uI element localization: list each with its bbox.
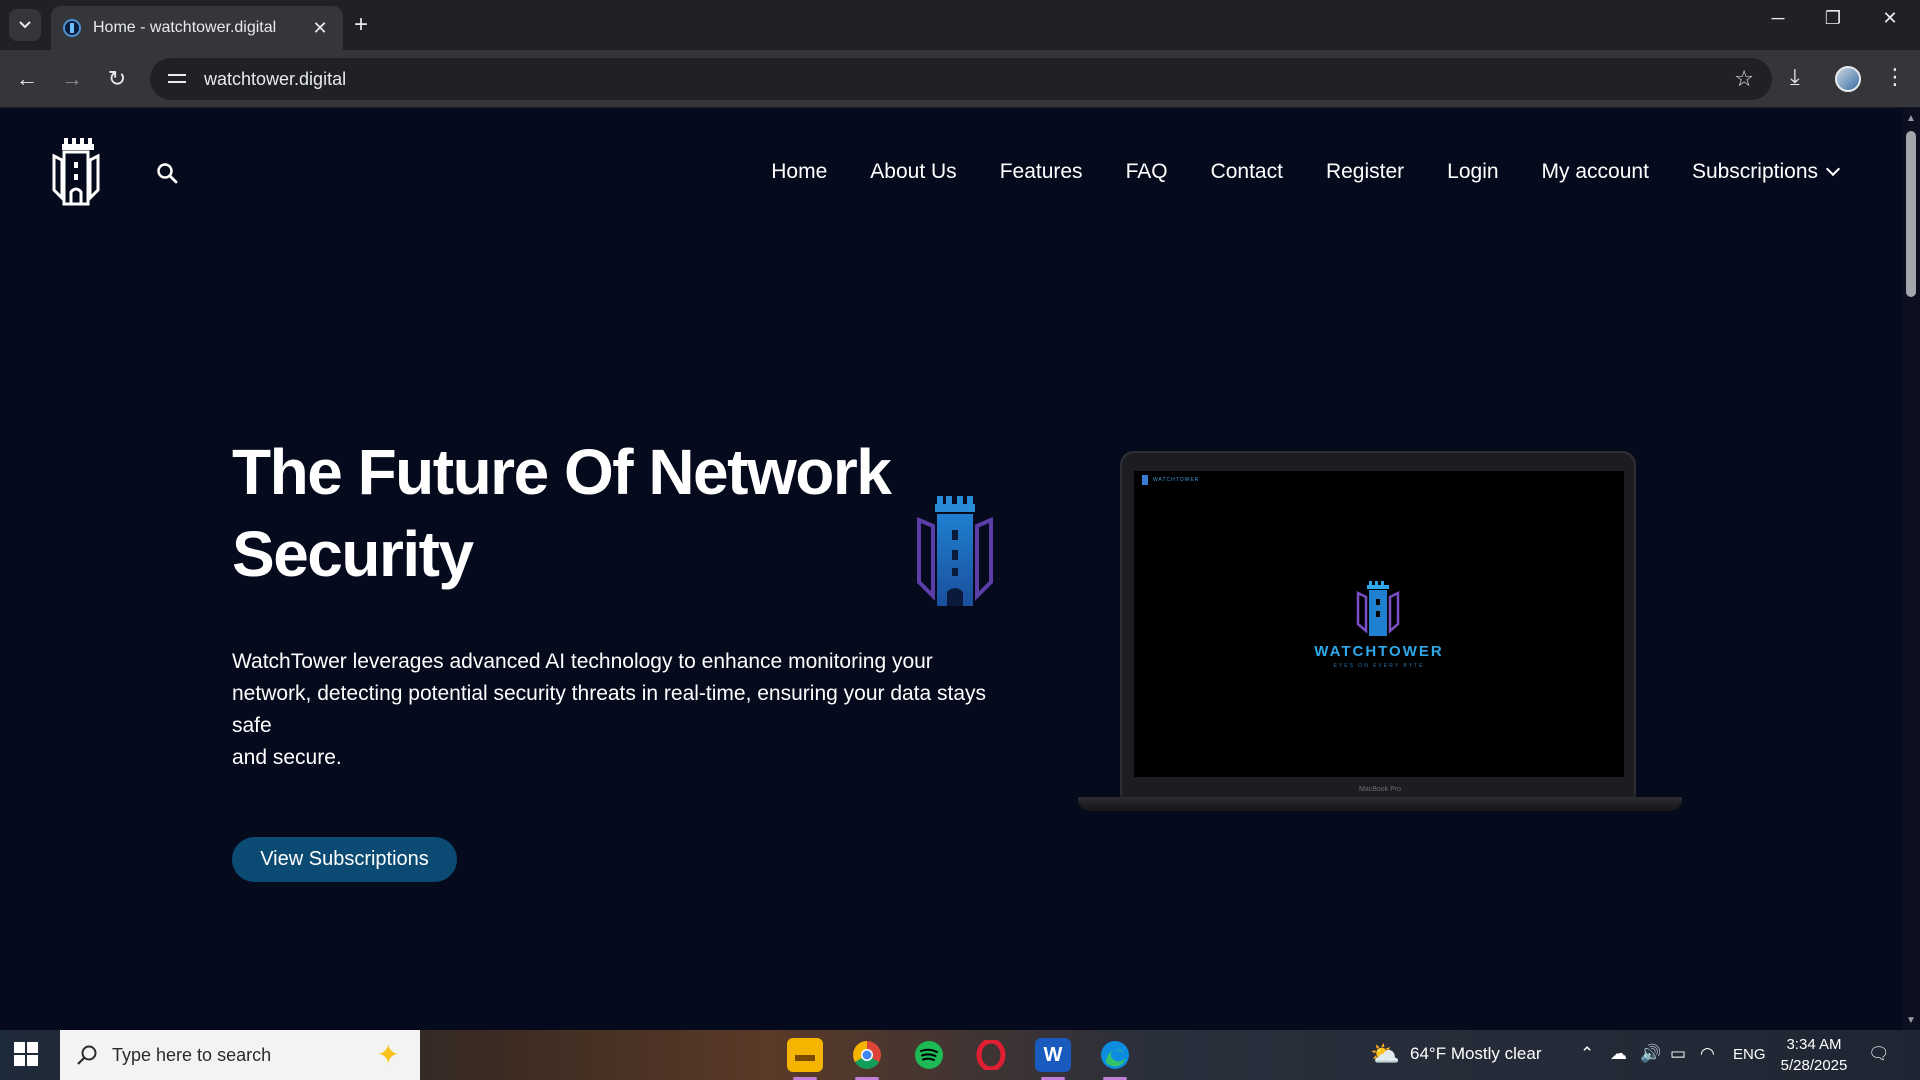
nav-my-account[interactable]: My account xyxy=(1542,159,1649,185)
screen-tagline: EYES ON EVERY BYTE xyxy=(1333,663,1425,669)
laptop-base xyxy=(1078,797,1682,811)
taskbar-clock[interactable]: 3:34 AM 5/28/2025 xyxy=(1766,1034,1862,1076)
nav-register[interactable]: Register xyxy=(1326,159,1404,185)
volume-icon[interactable]: 🔊 xyxy=(1640,1044,1661,1064)
nav-login-label: Login xyxy=(1447,160,1499,183)
language-indicator[interactable]: ENG xyxy=(1733,1046,1766,1063)
new-tab-button[interactable]: + xyxy=(354,12,368,38)
mini-brand: WATCHTOWER xyxy=(1142,475,1199,485)
laptop-screen: WATCHTOWER WATCHTOWER EYES ON EVERY BYTE xyxy=(1134,471,1624,777)
reload-button[interactable]: ↻ xyxy=(102,64,132,94)
hero-text-line-1: WatchTower leverages advanced AI technol… xyxy=(232,650,933,673)
opera-icon xyxy=(976,1040,1006,1070)
nav-features-label: Features xyxy=(999,160,1083,183)
scroll-up-arrow-icon[interactable]: ▲ xyxy=(1906,113,1916,124)
mini-brand-text: WATCHTOWER xyxy=(1153,477,1200,483)
scroll-thumb[interactable] xyxy=(1906,131,1916,297)
mini-logo-icon xyxy=(1142,475,1148,485)
nav-about-us-label: About Us xyxy=(870,160,957,183)
tab-title: Home - watchtower.digital xyxy=(93,19,277,36)
sparkle-icon: ✦ xyxy=(376,1039,400,1070)
browser-tab-bar: Home - watchtower.digital ✕ + ─ ❐ ✕ xyxy=(0,0,1920,50)
laptop-mockup: WATCHTOWER WATCHTOWER EYES ON EVERY BYTE xyxy=(1120,451,1636,807)
site-header: Home About Us Features FAQ Contact Regis… xyxy=(0,109,1902,229)
wifi-icon[interactable]: ◠ xyxy=(1700,1044,1715,1064)
chrome-icon xyxy=(853,1041,881,1069)
notifications-icon[interactable]: 🗨 xyxy=(1868,1044,1890,1064)
weather-icon[interactable]: ⛅ xyxy=(1370,1040,1400,1069)
minimize-button[interactable]: ─ xyxy=(1758,8,1798,29)
browser-menu-icon[interactable]: ⋮ xyxy=(1884,64,1906,90)
chevron-down-icon xyxy=(19,21,31,29)
chevron-down-icon xyxy=(1825,161,1841,177)
clock-date: 5/28/2025 xyxy=(1780,1057,1848,1074)
page-viewport: Home About Us Features FAQ Contact Regis… xyxy=(0,109,1902,1030)
tab-search-button[interactable] xyxy=(9,9,41,41)
main-navigation: Home About Us Features FAQ Contact Regis… xyxy=(771,159,1841,185)
url-text[interactable]: watchtower.digital xyxy=(204,69,346,90)
nav-my-account-label: My account xyxy=(1541,160,1649,183)
hero-description: WatchTower leverages advanced AI technol… xyxy=(232,646,1042,774)
hero-title-line-1: The Future Of Network xyxy=(232,436,892,508)
browser-tab-active[interactable]: Home - watchtower.digital ✕ xyxy=(51,6,343,50)
nav-about-us[interactable]: About Us xyxy=(870,159,956,185)
weather-text[interactable]: 64°F Mostly clear xyxy=(1410,1044,1542,1064)
scroll-down-arrow-icon[interactable]: ▼ xyxy=(1906,1015,1916,1026)
edge-icon xyxy=(1101,1041,1129,1069)
windows-start-button[interactable] xyxy=(14,1042,38,1066)
address-bar[interactable]: watchtower.digital ☆ xyxy=(150,58,1772,100)
window-close-button[interactable]: ✕ xyxy=(1870,8,1910,29)
hero-text-line-4: and secure. xyxy=(232,746,342,769)
word-app[interactable]: W xyxy=(1035,1038,1071,1080)
nav-features[interactable]: Features xyxy=(1000,159,1083,185)
site-info-icon[interactable] xyxy=(168,69,188,89)
tab-close-icon[interactable]: ✕ xyxy=(309,18,331,39)
nav-register-label: Register xyxy=(1325,160,1405,183)
windows-taskbar: Type here to search ✦ ▬ W ⛅ 64°F Mostly … xyxy=(0,1030,1920,1080)
restore-button[interactable]: ❐ xyxy=(1813,8,1853,29)
nav-login[interactable]: Login xyxy=(1447,159,1498,185)
profile-avatar[interactable] xyxy=(1835,66,1861,92)
nav-subscriptions[interactable]: Subscriptions xyxy=(1691,159,1841,185)
screen-brand-name: WATCHTOWER xyxy=(1314,643,1444,660)
edge-app[interactable] xyxy=(1097,1038,1133,1080)
taskbar-search-placeholder: Type here to search xyxy=(112,1044,272,1065)
hero-text-line-3: safe xyxy=(232,714,272,737)
nav-home[interactable]: Home xyxy=(771,159,827,185)
spotify-icon xyxy=(915,1041,943,1069)
chrome-app[interactable] xyxy=(849,1038,885,1080)
nav-faq-label: FAQ xyxy=(1125,160,1168,183)
taskbar-search-box[interactable]: Type here to search ✦ xyxy=(60,1030,420,1080)
cloud-icon[interactable]: ☁ xyxy=(1610,1044,1627,1064)
hero-title-line-2: Security xyxy=(232,518,474,590)
nav-home-label: Home xyxy=(771,160,828,183)
page-scrollbar[interactable]: ▲ ▼ xyxy=(1902,109,1920,1030)
file-explorer-app[interactable]: ▬ xyxy=(787,1038,823,1080)
hero-text-line-2: network, detecting potential security th… xyxy=(232,682,987,705)
show-hidden-icons-icon[interactable]: ⌃ xyxy=(1580,1044,1594,1064)
watchtower-logo-icon[interactable] xyxy=(50,136,102,208)
nav-faq[interactable]: FAQ xyxy=(1126,159,1168,185)
spotify-app[interactable] xyxy=(911,1038,947,1072)
view-subscriptions-button[interactable]: View Subscriptions xyxy=(232,837,457,882)
forward-button[interactable]: → xyxy=(57,64,87,94)
nav-subscriptions-label: Subscriptions xyxy=(1691,160,1818,183)
search-icon[interactable] xyxy=(155,161,179,185)
back-button[interactable]: ← xyxy=(12,64,42,94)
hero-title: The Future Of Network Security xyxy=(232,431,952,595)
nav-contact-label: Contact xyxy=(1210,160,1283,183)
laptop-model-label: MacBook Pro xyxy=(1358,786,1402,793)
opera-app[interactable] xyxy=(973,1038,1009,1072)
screen-tower-logo-icon xyxy=(1356,581,1400,636)
clock-time: 3:34 AM xyxy=(1786,1036,1842,1053)
search-icon xyxy=(77,1045,97,1065)
browser-toolbar: ← → ↻ watchtower.digital ☆ ⤓ ⋮ xyxy=(0,50,1920,108)
favicon-icon xyxy=(63,19,81,37)
battery-icon[interactable]: ▭ xyxy=(1670,1044,1686,1064)
bookmark-star-icon[interactable]: ☆ xyxy=(1734,66,1754,92)
nav-contact[interactable]: Contact xyxy=(1211,159,1283,185)
tower-emblem-icon xyxy=(917,496,993,606)
downloads-icon[interactable]: ⤓ xyxy=(1790,64,1800,90)
